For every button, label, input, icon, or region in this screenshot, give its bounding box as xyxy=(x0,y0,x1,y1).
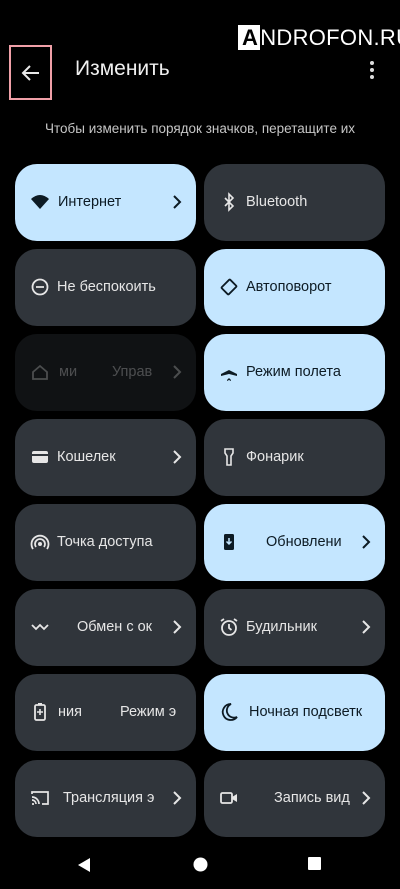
more-options-button[interactable] xyxy=(362,58,382,82)
wifi-icon xyxy=(31,195,49,209)
chevron-right-icon xyxy=(362,620,371,634)
tile-screen-cast[interactable]: Трансляция э xyxy=(15,760,196,837)
chevron-right-icon xyxy=(173,791,182,805)
tile-nearby-share[interactable]: Обмен с ок xyxy=(15,589,196,666)
flashlight-icon xyxy=(224,448,234,466)
alarm-icon xyxy=(220,618,238,636)
nav-recents-icon[interactable] xyxy=(308,857,321,870)
nearby-share-icon xyxy=(31,623,49,631)
tile-screen-record[interactable]: Запись вид xyxy=(204,760,385,837)
tile-bluetooth[interactable]: Bluetooth xyxy=(204,164,385,241)
home-icon xyxy=(32,364,48,380)
airplane-icon xyxy=(221,363,237,381)
reorder-hint: Чтобы изменить порядок значков, перетащи… xyxy=(44,121,356,136)
tile-flashlight[interactable]: Фонарик xyxy=(204,419,385,496)
do-not-disturb-icon xyxy=(31,278,49,296)
tile-auto-rotate[interactable]: Автоповорот xyxy=(204,249,385,326)
watermark-logo: ANDROFON.RU xyxy=(238,20,400,56)
tile-airplane-mode[interactable]: Режим полета xyxy=(204,334,385,411)
chevron-right-icon xyxy=(173,450,182,464)
tile-hotspot[interactable]: Точка доступа xyxy=(15,504,196,581)
tile-battery-saver[interactable]: ния Режим э xyxy=(15,674,196,751)
chevron-right-icon xyxy=(362,535,371,549)
tile-wallet[interactable]: Кошелек xyxy=(15,419,196,496)
navigation-bar xyxy=(0,848,400,884)
chevron-right-icon xyxy=(362,791,371,805)
hotspot-icon xyxy=(30,534,50,550)
chevron-right-icon xyxy=(173,620,182,634)
system-update-icon xyxy=(224,534,234,550)
wallet-icon xyxy=(32,451,48,463)
chevron-right-icon xyxy=(173,195,182,209)
nav-back-icon[interactable] xyxy=(77,857,91,873)
arrow-left-icon xyxy=(21,64,39,81)
tile-alarm[interactable]: Будильник xyxy=(204,589,385,666)
tile-do-not-disturb[interactable]: Не беспокоить xyxy=(15,249,196,326)
chevron-right-icon xyxy=(173,365,182,379)
tile-system-update[interactable]: Обновлени xyxy=(204,504,385,581)
bluetooth-icon xyxy=(224,192,235,212)
video-camera-icon xyxy=(220,792,237,804)
nav-home-icon[interactable] xyxy=(193,857,208,872)
cast-icon xyxy=(31,791,49,805)
auto-rotate-icon xyxy=(220,278,238,296)
moon-icon xyxy=(221,703,238,721)
tile-internet[interactable]: Интернет xyxy=(15,164,196,241)
tile-night-light[interactable]: Ночная подсветк xyxy=(204,674,385,751)
tile-home-control[interactable]: ми Управ xyxy=(15,334,196,411)
battery-saver-icon xyxy=(34,703,46,721)
back-button[interactable] xyxy=(9,45,52,100)
page-title: Изменить xyxy=(75,57,170,80)
